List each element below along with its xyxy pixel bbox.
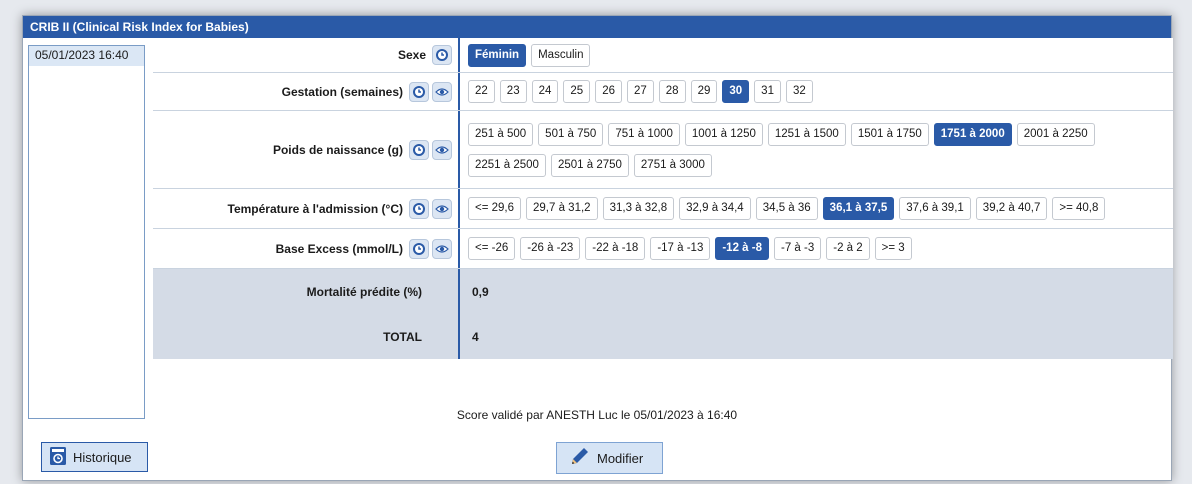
clock-icon[interactable] (432, 45, 452, 65)
validation-text: Score validé par ANESTH Luc le 05/01/202… (456, 408, 738, 422)
option-button[interactable]: >= 40,8 (1052, 197, 1106, 220)
option-button[interactable]: 23 (499, 80, 527, 103)
options-poids: 251 à 500 501 à 750 751 à 1000 1001 à 1250 1… (458, 111, 1173, 188)
option-button[interactable]: <= 29,6 (468, 197, 522, 220)
total-value: 4 (458, 314, 1173, 359)
option-button[interactable]: 1751 à 2000 (933, 122, 1012, 146)
history-item[interactable]: 05/01/2023 16:40 (29, 46, 144, 66)
option-button[interactable]: -17 à -13 (650, 237, 711, 260)
criterion-label: Sexe (397, 48, 426, 62)
options-gestation: 22 23 24 25 26 27 28 29 30 31 32 (458, 73, 1173, 110)
eye-icon[interactable] (432, 81, 452, 102)
options-temperature: <= 29,6 29,7 à 31,2 31,3 à 32,8 32,9 à 34,4… (458, 189, 1173, 228)
option-button[interactable]: 39,2 à 40,7 (975, 197, 1048, 220)
option-button[interactable]: 24 (531, 80, 559, 103)
option-button[interactable]: 25 (563, 80, 591, 103)
option-button[interactable]: 29 (690, 80, 718, 103)
option-button[interactable]: 22 (468, 80, 495, 103)
mortality-value: 0,9 (458, 269, 1173, 314)
criterion-label: Poids de naissance (g) (272, 142, 403, 157)
option-button[interactable]: 32 (785, 80, 813, 103)
option-button[interactable]: 1001 à 1250 (684, 122, 763, 146)
option-button[interactable]: 251 à 500 (468, 122, 534, 146)
row-sexe: Sexe Féminin Masculin (153, 38, 1173, 73)
total-label: TOTAL (383, 329, 422, 344)
crib-window: CRIB II (Clinical Risk Index for Babies)… (22, 15, 1173, 481)
option-button[interactable]: <= -26 (468, 237, 516, 260)
criteria-grid: Sexe Féminin Masculin Gestation (semaines… (153, 38, 1173, 359)
criterion-label: Température à l'admission (°C) (227, 201, 403, 216)
clock-icon[interactable] (409, 198, 429, 219)
option-button[interactable]: 31,3 à 32,8 (602, 197, 675, 220)
option-button[interactable]: 34,5 à 36 (755, 197, 818, 220)
row-total: TOTAL 4 (153, 314, 1173, 359)
row-mortality: Mortalité prédite (%) 0,9 (153, 269, 1173, 314)
mortality-label: Mortalité prédite (%) (306, 284, 422, 299)
criterion-label: Base Excess (mmol/L) (275, 241, 403, 256)
modifier-label: Modifier (597, 450, 644, 466)
option-button[interactable]: 1251 à 1500 (767, 122, 846, 146)
option-button[interactable]: >= 3 (874, 237, 912, 260)
row-gestation: Gestation (semaines) 22 23 24 25 26 27 28 29 30 3… (153, 73, 1173, 111)
option-button[interactable]: 1501 à 1750 (850, 122, 929, 146)
history-icon (49, 446, 67, 469)
pencil-icon (569, 447, 591, 470)
option-button[interactable]: Masculin (531, 43, 591, 67)
options-sexe: Féminin Masculin (458, 38, 1173, 72)
option-button[interactable]: -26 à -23 (520, 237, 581, 260)
row-poids: Poids de naissance (g) 251 à 500 501 à 75… (153, 111, 1173, 189)
option-button[interactable]: Féminin (468, 43, 527, 67)
option-button[interactable]: 26 (595, 80, 622, 103)
option-button[interactable]: 32,9 à 34,4 (679, 197, 751, 220)
option-button[interactable]: 751 à 1000 (608, 122, 680, 146)
option-button[interactable]: 37,6 à 39,1 (899, 197, 971, 220)
option-button[interactable]: 2001 à 2250 (1016, 122, 1095, 146)
option-button[interactable]: 29,7 à 31,2 (526, 197, 598, 220)
option-button[interactable]: 2751 à 3000 (633, 153, 712, 177)
clock-icon[interactable] (409, 139, 429, 160)
historique-label: Historique (73, 449, 132, 465)
option-button[interactable]: 36,1 à 37,5 (822, 197, 895, 220)
option-button[interactable]: 2501 à 2750 (550, 153, 629, 177)
option-button[interactable]: 30 (722, 80, 750, 103)
option-button[interactable]: -12 à -8 (715, 237, 769, 260)
option-button[interactable]: -2 à 2 (826, 237, 870, 260)
eye-icon[interactable] (432, 238, 452, 259)
option-button[interactable]: -7 à -3 (773, 237, 822, 260)
option-button[interactable]: 28 (658, 80, 686, 103)
row-base-excess: Base Excess (mmol/L) <= -26 -26 à -23 -22 … (153, 229, 1173, 269)
window-title: CRIB II (Clinical Risk Index for Babies) (23, 16, 1171, 38)
option-button[interactable]: 501 à 750 (538, 122, 604, 146)
eye-icon[interactable] (432, 198, 452, 219)
option-button[interactable]: -22 à -18 (585, 237, 646, 260)
option-button[interactable]: 31 (754, 80, 781, 103)
history-list[interactable]: 05/01/2023 16:40 (28, 45, 145, 419)
eye-icon[interactable] (432, 139, 452, 160)
modifier-button[interactable]: Modifier (556, 442, 663, 474)
option-button[interactable]: 2251 à 2500 (468, 153, 546, 177)
criterion-label: Gestation (semaines) (281, 84, 403, 99)
historique-button[interactable]: Historique (41, 442, 148, 472)
options-base-excess: <= -26 -26 à -23 -22 à -18 -17 à -13 -12 à -… (458, 229, 1173, 268)
option-button[interactable]: 27 (626, 80, 654, 103)
clock-icon[interactable] (409, 238, 429, 259)
clock-icon[interactable] (409, 81, 429, 102)
row-temperature: Température à l'admission (°C) <= 29,6 29… (153, 189, 1173, 229)
